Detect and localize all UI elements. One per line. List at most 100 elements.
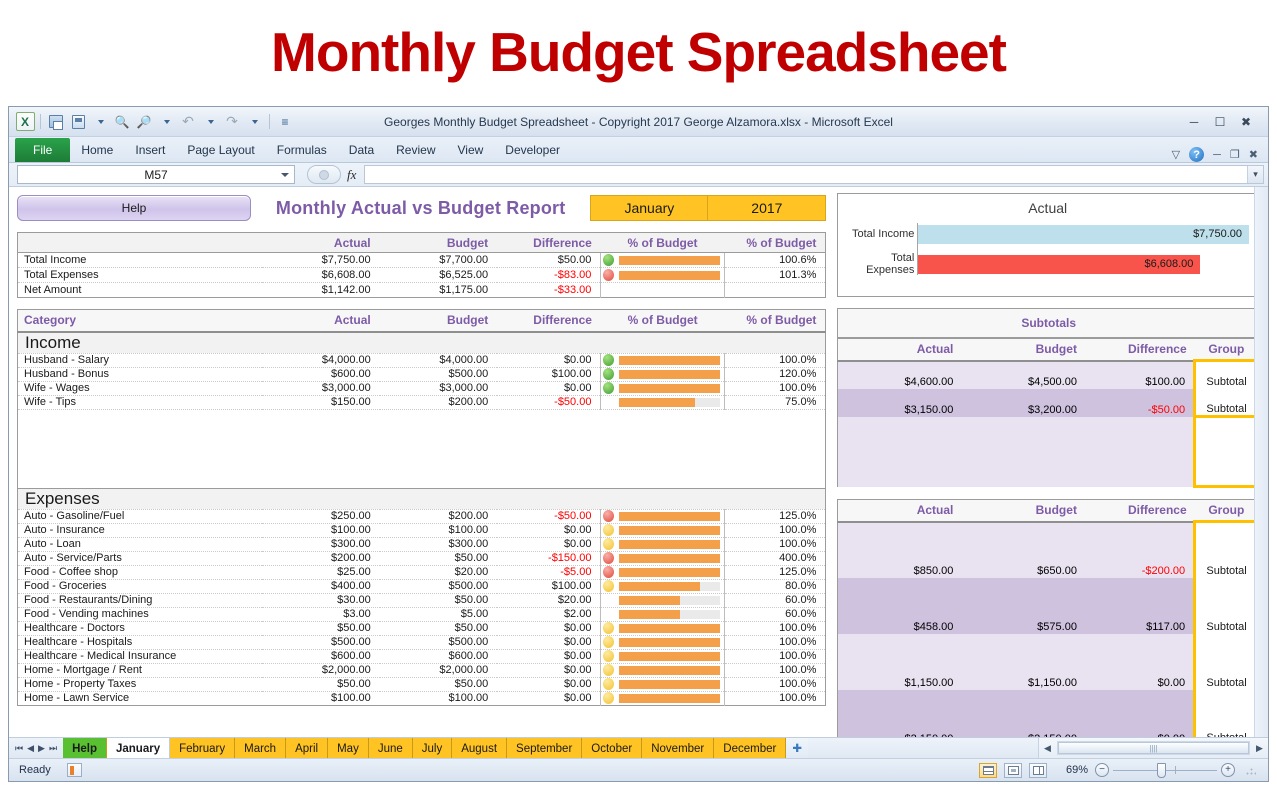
subtotal-spacer-row xyxy=(838,417,1259,431)
formula-expand-button[interactable] xyxy=(307,165,341,184)
category-label: Food - Vending machines xyxy=(18,607,263,621)
last-sheet-icon[interactable]: ⏭ xyxy=(49,743,57,754)
hscroll-track[interactable]: |||| xyxy=(1057,741,1250,755)
tab-insert[interactable]: Insert xyxy=(124,138,176,162)
subtotal-budget xyxy=(961,578,1085,592)
macro-record-icon[interactable] xyxy=(67,763,82,777)
page-layout-view-button[interactable] xyxy=(1004,763,1022,778)
sheet-tab-january[interactable]: January xyxy=(107,738,170,758)
workbook-minimize-icon[interactable]: ─ xyxy=(1213,149,1221,161)
subtotal-budget xyxy=(961,389,1085,403)
help-icon[interactable]: ? xyxy=(1189,147,1204,162)
subtotal-actual xyxy=(838,578,962,592)
category-difference: $2.00 xyxy=(497,607,601,621)
zoom-out-button[interactable]: − xyxy=(1095,763,1109,777)
table-row: Food - Groceries$400.00$500.00$100.0080.… xyxy=(18,579,826,593)
find-dropdown-icon[interactable] xyxy=(156,112,176,132)
subtotal-header-group: Group xyxy=(1195,500,1259,522)
tab-developer[interactable]: Developer xyxy=(494,138,571,162)
workbook-close-icon[interactable]: ✖ xyxy=(1249,148,1258,161)
zoom-slider[interactable]: − + xyxy=(1095,763,1235,777)
quick-access-toolbar: X 🔍 🔎 ↶ ↷ ≡ xyxy=(9,112,295,132)
tab-view[interactable]: View xyxy=(447,138,495,162)
summary-header-row: Actual Budget Difference % of Budget % o… xyxy=(18,233,826,253)
window-resize-grip[interactable] xyxy=(1244,764,1256,776)
name-box[interactable]: M57 xyxy=(17,165,295,184)
redo-dropdown-icon[interactable] xyxy=(244,112,264,132)
category-budget: $20.00 xyxy=(380,565,498,579)
data-bar-track xyxy=(619,370,719,379)
print-icon[interactable] xyxy=(68,112,88,132)
sheet-tab-help[interactable]: Help xyxy=(63,738,107,758)
sheet-tab-april[interactable]: April xyxy=(286,738,328,758)
undo-icon[interactable]: ↶ xyxy=(178,112,198,132)
sheet-tab-august[interactable]: August xyxy=(452,738,507,758)
tab-review[interactable]: Review xyxy=(385,138,446,162)
first-sheet-icon[interactable]: ⏮ xyxy=(15,743,23,754)
zoom-track[interactable] xyxy=(1113,770,1217,771)
sheet-tab-november[interactable]: November xyxy=(642,738,714,758)
zoom-level[interactable]: 69% xyxy=(1054,764,1088,776)
close-button[interactable]: ✖ xyxy=(1238,115,1254,129)
tab-home[interactable]: Home xyxy=(70,138,124,162)
find-icon[interactable]: 🔍 xyxy=(112,112,132,132)
vertical-scrollbar[interactable] xyxy=(1254,187,1268,737)
sheet-tab-july[interactable]: July xyxy=(413,738,452,758)
category-label: Food - Groceries xyxy=(18,579,263,593)
month-selector[interactable]: January xyxy=(590,195,708,221)
sheet-tab-february[interactable]: February xyxy=(170,738,235,758)
insert-function-icon[interactable]: fx xyxy=(347,167,356,183)
page-break-view-button[interactable] xyxy=(1029,763,1047,778)
restore-button[interactable]: ☐ xyxy=(1212,115,1228,129)
qat-divider-2 xyxy=(269,114,270,129)
sheet-tab-march[interactable]: March xyxy=(235,738,286,758)
normal-view-button[interactable] xyxy=(979,763,997,778)
redo-icon[interactable]: ↷ xyxy=(222,112,242,132)
help-button[interactable]: Help xyxy=(17,195,251,221)
category-pct: 60.0% xyxy=(724,593,826,607)
prev-sheet-icon[interactable]: ◀ xyxy=(27,743,34,754)
tab-formulas[interactable]: Formulas xyxy=(266,138,338,162)
category-label: Auto - Loan xyxy=(18,537,263,551)
data-bar-track xyxy=(619,568,719,577)
qat-divider xyxy=(40,114,41,129)
scroll-left-icon[interactable]: ◀ xyxy=(1039,743,1056,754)
formula-expand-icon[interactable]: ▾ xyxy=(1247,166,1263,183)
zoom-in-button[interactable]: + xyxy=(1221,763,1235,777)
formula-input[interactable]: ▾ xyxy=(364,165,1264,184)
undo-dropdown-icon[interactable] xyxy=(200,112,220,132)
category-bar-cell xyxy=(601,649,724,663)
subtotal-difference xyxy=(1085,389,1195,403)
insert-worksheet-icon[interactable]: ✚ xyxy=(786,738,808,758)
print-dropdown-icon[interactable] xyxy=(90,112,110,132)
workbook-restore-icon[interactable]: ❐ xyxy=(1230,148,1240,161)
sheet-tab-june[interactable]: June xyxy=(369,738,413,758)
sheet-tab-october[interactable]: October xyxy=(582,738,642,758)
subtotal-spacer-row xyxy=(838,536,1259,550)
ribbon-collapse-icon[interactable]: ▽ xyxy=(1172,148,1180,161)
subtotal-actual xyxy=(838,389,962,403)
find-replace-icon[interactable]: 🔎 xyxy=(134,112,154,132)
sheet-tab-december[interactable]: December xyxy=(714,738,786,758)
category-pct: 120.0% xyxy=(724,367,826,381)
excel-logo-icon[interactable]: X xyxy=(15,112,35,132)
horizontal-scrollbar[interactable]: ◀ |||| ▶ xyxy=(1038,738,1268,758)
tab-data[interactable]: Data xyxy=(338,138,385,162)
chart-bar-total-expenses: $6,608.00 xyxy=(918,255,1200,274)
zoom-thumb[interactable] xyxy=(1157,763,1166,778)
summary-actual: $7,750.00 xyxy=(262,253,380,268)
year-selector[interactable]: 2017 xyxy=(708,195,826,221)
subtotal-actual xyxy=(838,361,962,375)
category-header-budget: Budget xyxy=(380,310,498,332)
scroll-right-icon[interactable]: ▶ xyxy=(1251,743,1268,754)
next-sheet-icon[interactable]: ▶ xyxy=(38,743,45,754)
minimize-button[interactable]: ─ xyxy=(1186,115,1202,129)
sheet-tab-may[interactable]: May xyxy=(328,738,369,758)
tab-file[interactable]: File xyxy=(15,138,70,162)
sheet-tab-september[interactable]: September xyxy=(507,738,582,758)
tab-page-layout[interactable]: Page Layout xyxy=(176,138,265,162)
save-icon[interactable] xyxy=(46,112,66,132)
customize-qat-icon[interactable]: ≡ xyxy=(275,112,295,132)
subtotal-budget xyxy=(961,592,1085,606)
chevron-down-icon[interactable] xyxy=(281,173,289,177)
